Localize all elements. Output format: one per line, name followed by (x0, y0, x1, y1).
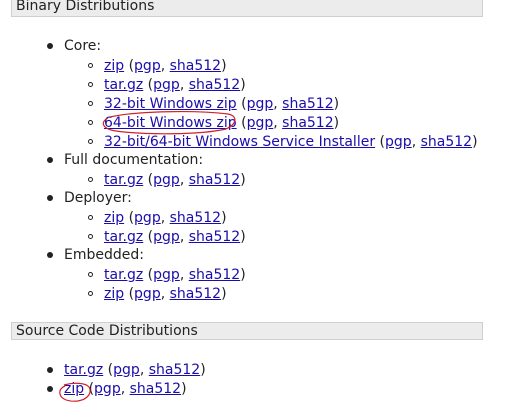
source-code-distributions-title: Source Code Distributions (16, 323, 198, 339)
pgp-link[interactable]: pgp (134, 210, 161, 226)
download-row-source-targz: tar.gz (pgp, sha512) (64, 362, 206, 378)
sha512-link[interactable]: sha512 (149, 362, 200, 378)
download-link-core-win32-zip[interactable]: 32-bit Windows zip (104, 96, 237, 112)
bullet (88, 177, 93, 182)
pgp-link[interactable]: pgp (247, 115, 274, 131)
pgp-link[interactable]: pgp (153, 77, 180, 93)
download-row-core-win64: 64-bit Windows zip (pgp, sha512) (104, 115, 340, 131)
sha512-link[interactable]: sha512 (189, 267, 240, 283)
group-label-deployer: Deployer: (64, 190, 132, 206)
download-link-docs-targz[interactable]: tar.gz (104, 172, 143, 188)
download-row-source-zip: zip (pgp, sha512) (64, 381, 187, 397)
bullet (88, 291, 93, 296)
binary-distributions-title: Binary Distributions (16, 0, 155, 14)
bullet (47, 367, 53, 373)
group-label-embedded: Embedded: (64, 247, 144, 263)
pgp-link[interactable]: pgp (94, 381, 121, 397)
download-link-source-zip[interactable]: zip (64, 381, 84, 397)
sha512-link[interactable]: sha512 (189, 172, 240, 188)
sha512-link[interactable]: sha512 (189, 229, 240, 245)
download-row-core-zip: zip (pgp, sha512) (104, 58, 227, 74)
pgp-link[interactable]: pgp (153, 172, 180, 188)
sha512-link[interactable]: sha512 (421, 134, 472, 150)
pgp-link[interactable]: pgp (113, 362, 140, 378)
pgp-link[interactable]: pgp (247, 96, 274, 112)
bullet (47, 386, 53, 392)
download-link-core-targz[interactable]: tar.gz (104, 77, 143, 93)
group-label-full-documentation: Full documentation: (64, 152, 204, 168)
download-row-core-targz: tar.gz (pgp, sha512) (104, 77, 246, 93)
download-row-deployer-zip: zip (pgp, sha512) (104, 210, 227, 226)
sha512-link[interactable]: sha512 (170, 210, 221, 226)
download-link-core-service-installer[interactable]: 32-bit/64-bit Windows Service Installer (104, 134, 375, 150)
source-code-distributions-header: Source Code Distributions (11, 322, 483, 340)
download-link-source-targz[interactable]: tar.gz (64, 362, 103, 378)
bullet (47, 157, 53, 163)
bullet (88, 139, 93, 144)
sha512-link[interactable]: sha512 (282, 115, 333, 131)
bullet (88, 234, 93, 239)
bullet (88, 120, 93, 125)
bullet (47, 195, 53, 201)
download-row-deployer-targz: tar.gz (pgp, sha512) (104, 229, 246, 245)
binary-distributions-header: Binary Distributions (11, 0, 483, 17)
download-link-embedded-zip[interactable]: zip (104, 286, 124, 302)
download-row-core-service-installer: 32-bit/64-bit Windows Service Installer … (104, 134, 478, 150)
bullet (88, 101, 93, 106)
bullet (47, 43, 53, 49)
pgp-link[interactable]: pgp (153, 267, 180, 283)
download-row-core-win32: 32-bit Windows zip (pgp, sha512) (104, 96, 340, 112)
download-link-core-zip[interactable]: zip (104, 58, 124, 74)
pgp-link[interactable]: pgp (134, 58, 161, 74)
download-link-embedded-targz[interactable]: tar.gz (104, 267, 143, 283)
bullet (88, 215, 93, 220)
sha512-link[interactable]: sha512 (170, 58, 221, 74)
sha512-link[interactable]: sha512 (170, 286, 221, 302)
download-row-docs-targz: tar.gz (pgp, sha512) (104, 172, 246, 188)
pgp-link[interactable]: pgp (385, 134, 412, 150)
bullet (47, 252, 53, 258)
download-row-embedded-zip: zip (pgp, sha512) (104, 286, 227, 302)
download-link-deployer-zip[interactable]: zip (104, 210, 124, 226)
pgp-link[interactable]: pgp (153, 229, 180, 245)
download-link-core-win64-zip[interactable]: 64-bit Windows zip (104, 115, 237, 131)
sha512-link[interactable]: sha512 (282, 96, 333, 112)
bullet (88, 82, 93, 87)
group-label-core: Core: (64, 38, 102, 54)
pgp-link[interactable]: pgp (134, 286, 161, 302)
bullet (88, 272, 93, 277)
sha512-link[interactable]: sha512 (189, 77, 240, 93)
bullet (88, 63, 93, 68)
download-row-embedded-targz: tar.gz (pgp, sha512) (104, 267, 246, 283)
download-link-deployer-targz[interactable]: tar.gz (104, 229, 143, 245)
sha512-link[interactable]: sha512 (130, 381, 181, 397)
